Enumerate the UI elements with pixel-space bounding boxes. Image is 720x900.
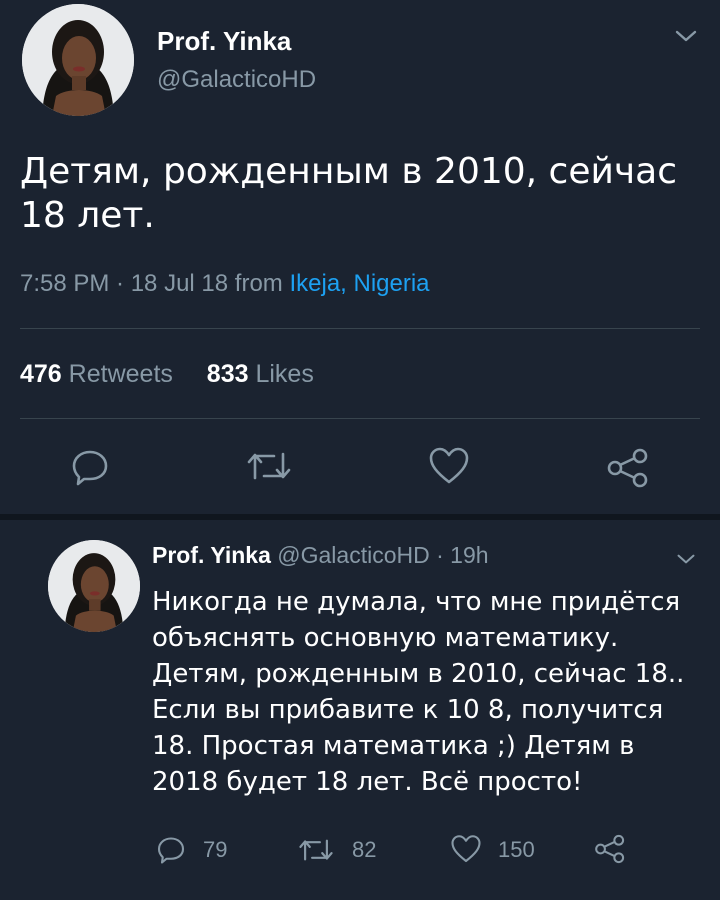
- tweet-meta: 7:58 PM · 18 Jul 18 from Ikeja, Nigeria: [20, 270, 430, 298]
- tweet-time[interactable]: 7:58 PM · 18 Jul 18: [20, 270, 228, 297]
- avatar[interactable]: [48, 540, 140, 632]
- timestamp[interactable]: · 19h: [436, 542, 488, 568]
- retweets-label: Retweets: [68, 360, 173, 388]
- divider: [20, 418, 700, 419]
- likes-count: 833: [206, 360, 249, 388]
- location-link[interactable]: Ikeja, Nigeria: [289, 270, 429, 297]
- retweets-stat[interactable]: 476 Retweets: [20, 360, 173, 388]
- avatar-image: [48, 540, 140, 632]
- reply-count: 79: [203, 837, 228, 862]
- like-count: 150: [498, 837, 535, 862]
- from-label: from: [234, 270, 283, 297]
- display-name[interactable]: Prof. Yinka: [152, 542, 271, 568]
- reply-icon[interactable]: [156, 834, 186, 864]
- tweet-text: Детям, рожденным в 2010, сейчас 18 лет.: [20, 151, 678, 236]
- handle[interactable]: @GalacticoHD: [157, 66, 316, 94]
- likes-stat[interactable]: 833 Likes: [207, 360, 314, 388]
- retweet-count: 82: [352, 837, 377, 862]
- display-name[interactable]: Prof. Yinka: [157, 26, 291, 57]
- chevron-down-icon[interactable]: [676, 552, 696, 566]
- section-divider: [0, 514, 720, 520]
- retweet-icon[interactable]: [298, 836, 334, 864]
- avatar[interactable]: [22, 4, 134, 116]
- handle[interactable]: @GalacticoHD: [277, 542, 429, 568]
- reply-icon[interactable]: [70, 446, 110, 486]
- reply-text: Никогда не думала, что мне придётся объя…: [152, 587, 685, 797]
- likes-label: Likes: [255, 360, 314, 388]
- heart-icon[interactable]: [450, 834, 482, 864]
- chevron-down-icon[interactable]: [674, 28, 698, 44]
- divider: [20, 328, 700, 329]
- share-icon[interactable]: [594, 834, 626, 864]
- reply-header: Prof. Yinka @GalacticoHD · 19h: [152, 542, 489, 569]
- share-icon[interactable]: [606, 448, 650, 488]
- retweets-count: 476: [20, 360, 62, 388]
- retweet-icon[interactable]: [246, 448, 292, 484]
- tweet-stats: 476 Retweets 833 Likes: [20, 360, 314, 389]
- avatar-image: [22, 4, 134, 116]
- heart-icon[interactable]: [428, 446, 470, 486]
